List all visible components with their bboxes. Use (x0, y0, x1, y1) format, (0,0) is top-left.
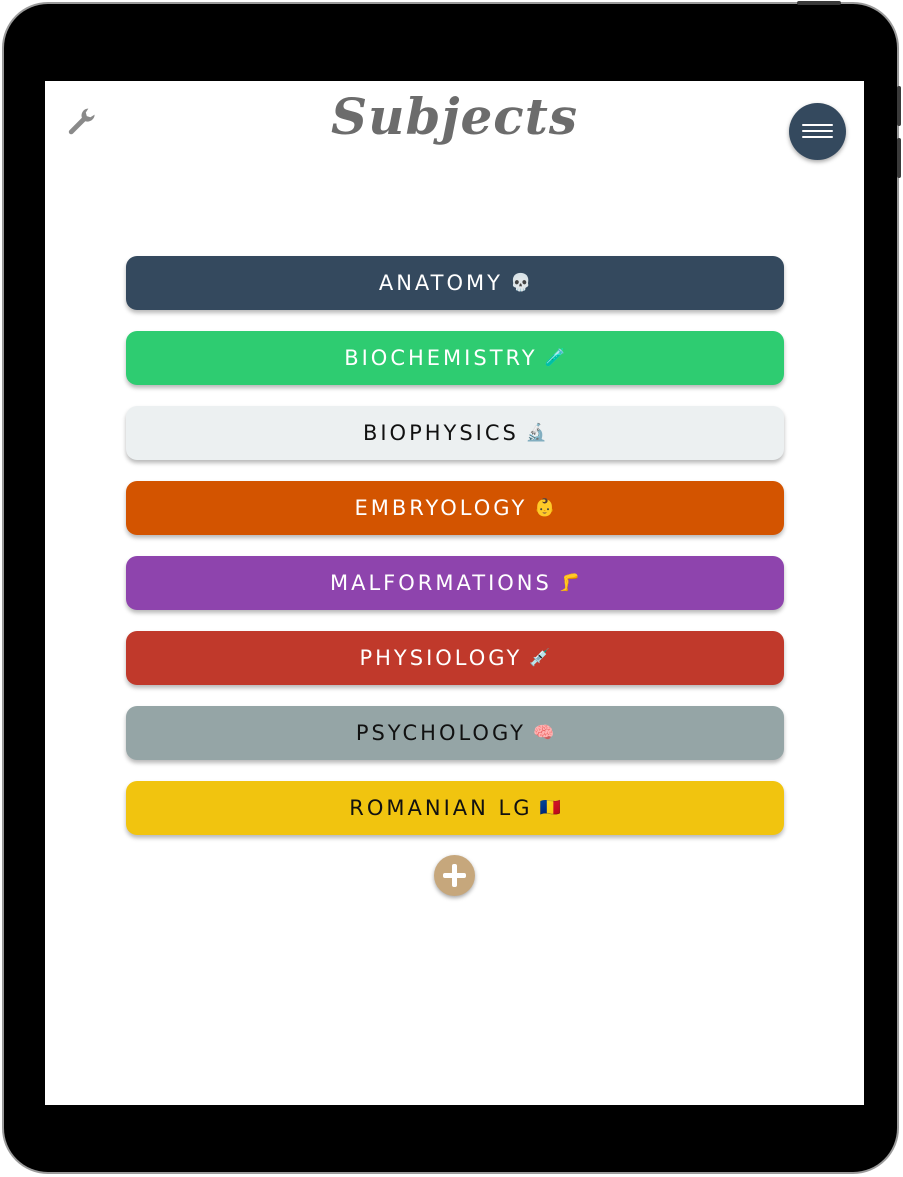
subject-emoji-icon: 🧠 (533, 723, 555, 743)
subject-emoji-icon: 🧪 (544, 348, 566, 368)
subject-label: ANATOMY (378, 271, 503, 295)
subject-button-romanian-lg[interactable]: ROMANIAN LG 🇷🇴 (126, 781, 784, 835)
subject-label: BIOPHYSICS (362, 421, 519, 445)
subject-emoji-icon: 💉 (529, 648, 551, 668)
subject-label: MALFORMATIONS (330, 571, 552, 595)
device-top-button (797, 1, 841, 5)
subject-button-anatomy[interactable]: ANATOMY 💀 (126, 256, 784, 310)
device-side-button (897, 138, 901, 178)
add-subject-button[interactable] (434, 855, 475, 896)
subject-emoji-icon: 👶 (534, 498, 556, 518)
subject-label: PSYCHOLOGY (355, 721, 527, 745)
subject-button-physiology[interactable]: PHYSIOLOGY 💉 (126, 631, 784, 685)
plus-icon-stem (452, 864, 457, 887)
hamburger-menu-icon[interactable] (789, 103, 846, 160)
subject-emoji-icon: 🔬 (525, 423, 548, 443)
subject-list: ANATOMY 💀 BIOCHEMISTRY 🧪 BIOPHYSICS 🔬 EMBRYOLO… (126, 256, 784, 856)
subject-button-biochemistry[interactable]: BIOCHEMISTRY 🧪 (126, 331, 784, 385)
subject-button-malformations[interactable]: MALFORMATIONS 🦵 (126, 556, 784, 610)
page-title: Subjects (330, 87, 578, 146)
subject-button-psychology[interactable]: PSYCHOLOGY 🧠 (126, 706, 784, 760)
subject-button-embryology[interactable]: EMBRYOLOGY 👶 (126, 481, 784, 535)
device-side-button (897, 86, 901, 126)
app-screen: Subjects ANATOMY 💀 BIOCHEMISTRY 🧪 BIOPHYSICS… (45, 81, 864, 1105)
subject-emoji-icon: 🦵 (558, 573, 580, 593)
subject-emoji-icon: 💀 (509, 273, 532, 293)
subject-label: BIOCHEMISTRY (344, 346, 538, 370)
subject-emoji-icon: 🇷🇴 (539, 798, 561, 818)
subject-label: PHYSIOLOGY (359, 646, 523, 670)
subject-button-biophysics[interactable]: BIOPHYSICS 🔬 (126, 406, 784, 460)
subject-label: EMBRYOLOGY (354, 496, 528, 520)
subject-label: ROMANIAN LG (349, 796, 533, 820)
tablet-frame: Subjects ANATOMY 💀 BIOCHEMISTRY 🧪 BIOPHYSICS… (4, 1, 901, 1172)
